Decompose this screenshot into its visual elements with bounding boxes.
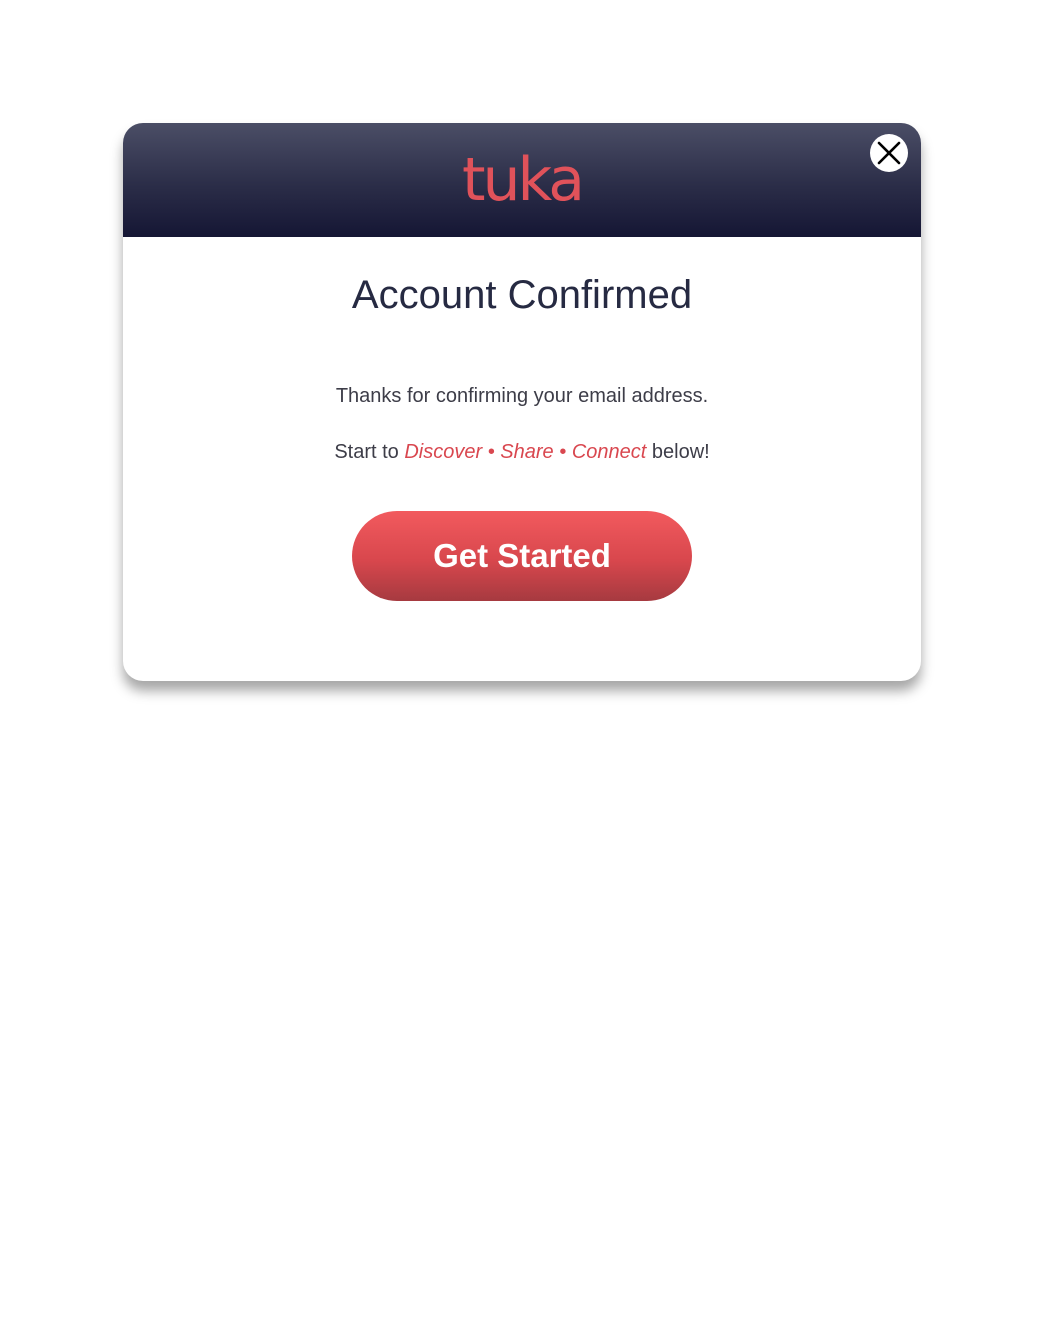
close-button[interactable] bbox=[870, 134, 908, 172]
modal-header: tuka bbox=[123, 123, 921, 237]
start-suffix: below! bbox=[651, 441, 710, 463]
connect-text: Connect bbox=[571, 441, 647, 463]
start-message: Start to Discover • Share • Connect belo… bbox=[123, 439, 921, 465]
get-started-button[interactable]: Get Started bbox=[352, 511, 692, 601]
start-prefix: Start to bbox=[334, 441, 399, 463]
tuka-logo: tuka bbox=[461, 145, 585, 215]
modal-title: Account Confirmed bbox=[351, 273, 693, 317]
discover-text: Discover bbox=[404, 441, 483, 463]
separator-dot: • bbox=[487, 441, 495, 463]
close-icon bbox=[877, 141, 901, 165]
confirmation-modal: tuka Account Confirmed Thanks for confir… bbox=[123, 123, 921, 681]
thanks-message: Thanks for confirming your email address… bbox=[335, 385, 709, 407]
separator-dot: • bbox=[559, 441, 567, 463]
share-text: Share bbox=[500, 441, 554, 463]
